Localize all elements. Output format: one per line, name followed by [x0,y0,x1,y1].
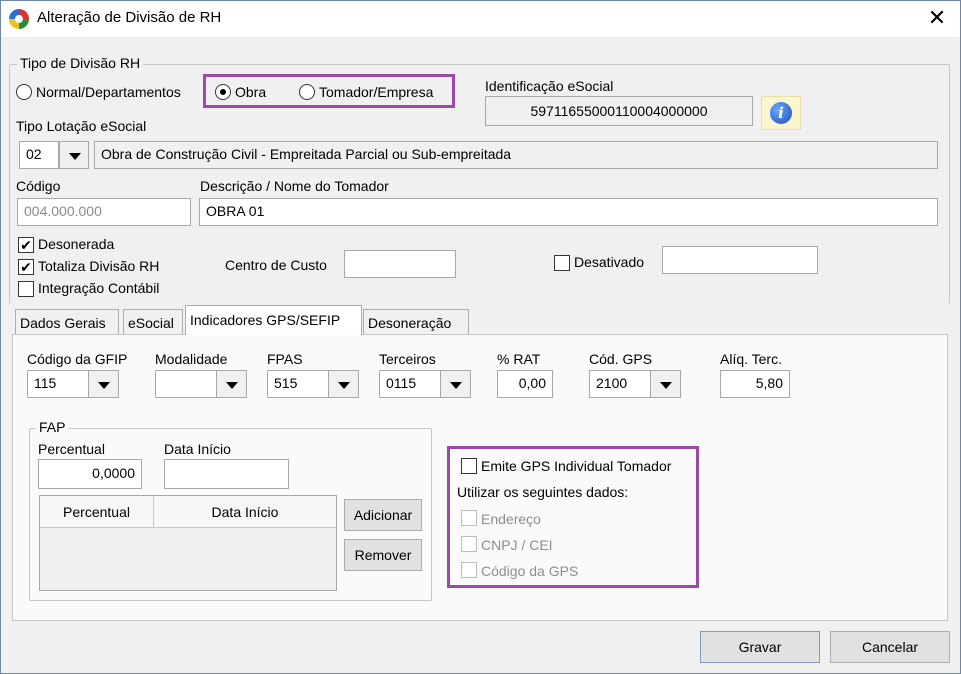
endereco-label[interactable]: Endereço [481,511,541,527]
terceiros-dropdown[interactable] [441,370,471,398]
save-button[interactable]: Gravar [700,631,820,663]
codigo-gps-checkbox[interactable] [461,562,477,578]
radio-normal[interactable] [16,84,32,100]
terceiros-field[interactable]: 0115 [379,370,441,398]
tipo-divisao-legend: Tipo de Divisão RH [17,55,144,71]
dialog-window: Alteração de Divisão de RH ✕ Tipo de Div… [0,0,961,674]
modalidade-dropdown[interactable] [217,370,247,398]
identificacao-field: 59711655000110004000000 [485,96,753,126]
radio-normal-label[interactable]: Normal/Departamentos [36,84,181,100]
remove-fap-button[interactable]: Remover [344,539,422,571]
aliq-terc-label: Alíq. Terc. [720,351,782,367]
info-icon: i [770,102,792,124]
cnpj-cei-checkbox[interactable] [461,536,477,552]
codigo-gfip-field[interactable]: 115 [27,370,89,398]
modalidade-label: Modalidade [155,351,228,367]
chevron-down-icon [226,382,238,389]
cancel-button-label: Cancelar [861,639,919,655]
cnpj-cei-label[interactable]: CNPJ / CEI [481,537,553,553]
rat-label: % RAT [497,351,541,367]
app-logo-icon [9,9,29,29]
close-button[interactable]: ✕ [920,3,954,33]
fpas-field[interactable]: 515 [267,370,329,398]
tipo-lotacao-code[interactable]: 02 [19,141,59,169]
codigo-gps-label[interactable]: Código da GPS [481,563,578,579]
title-bar: Alteração de Divisão de RH ✕ [1,1,960,37]
info-button[interactable]: i [761,96,801,130]
tab-esocial[interactable]: eSocial [123,309,183,335]
radio-tomador[interactable] [299,84,315,100]
fap-percentual-label: Percentual [38,441,105,457]
cod-gps-dropdown[interactable] [651,370,681,398]
radio-obra-label[interactable]: Obra [235,84,266,100]
grid-col-data-inicio[interactable]: Data Início [154,496,336,528]
codigo-label: Código [16,178,61,194]
tipo-lotacao-label: Tipo Lotação eSocial [16,118,147,134]
desonerada-checkbox[interactable]: ✔ [18,237,34,253]
cod-gps-label: Cód. GPS [589,351,653,367]
integracao-checkbox[interactable] [18,281,34,297]
radio-obra[interactable] [215,84,231,100]
tab-indicadores-gps-sefip[interactable]: Indicadores GPS/SEFIP [185,305,362,335]
terceiros-label: Terceiros [379,351,436,367]
identificacao-label: Identificação eSocial [485,78,614,94]
descricao-field[interactable]: OBRA 01 [199,198,938,226]
fap-legend: FAP [36,419,69,435]
tab-desoneracao[interactable]: Desoneração [363,309,469,335]
fap-grid-header: Percentual Data Início [40,496,336,528]
codigo-gfip-label: Código da GFIP [27,351,128,367]
codigo-field[interactable]: 004.000.000 [17,198,191,226]
cancel-button[interactable]: Cancelar [830,631,950,663]
codigo-gfip-dropdown[interactable] [89,370,119,398]
totaliza-label[interactable]: Totaliza Divisão RH [38,258,159,274]
desativado-label[interactable]: Desativado [574,254,644,270]
fap-data-inicio-field[interactable] [164,459,289,489]
totaliza-checkbox[interactable]: ✔ [18,259,34,275]
radio-tomador-label[interactable]: Tomador/Empresa [319,84,433,100]
fap-percentual-field[interactable]: 0,0000 [38,459,142,489]
chevron-down-icon [69,153,81,160]
tipo-lotacao-dropdown[interactable] [59,141,89,169]
grid-col-percentual[interactable]: Percentual [40,496,154,528]
tipo-lotacao-description: Obra de Construção Civil - Empreitada Pa… [94,141,938,169]
integracao-label[interactable]: Integração Contábil [38,280,159,296]
desativado-field[interactable] [662,246,818,274]
fap-grid[interactable]: Percentual Data Início [39,495,337,591]
descricao-label: Descrição / Nome do Tomador [200,178,389,194]
window-title: Alteração de Divisão de RH [37,9,222,26]
fap-data-inicio-label: Data Início [164,441,231,457]
cod-gps-field[interactable]: 2100 [589,370,651,398]
desonerada-label[interactable]: Desonerada [38,236,114,252]
add-fap-button[interactable]: Adicionar [344,499,422,531]
tab-dados-gerais[interactable]: Dados Gerais [15,309,119,335]
centro-custo-field[interactable] [344,250,456,278]
modalidade-field[interactable] [155,370,217,398]
desativado-checkbox[interactable] [554,255,570,271]
endereco-checkbox[interactable] [461,510,477,526]
chevron-down-icon [98,382,110,389]
chevron-down-icon [338,382,350,389]
rat-field[interactable]: 0,00 [497,370,553,398]
fpas-label: FPAS [267,351,303,367]
chevron-down-icon [450,382,462,389]
centro-custo-label: Centro de Custo [225,257,327,273]
emite-gps-label[interactable]: Emite GPS Individual Tomador [481,458,671,474]
fpas-dropdown[interactable] [329,370,359,398]
chevron-down-icon [660,382,672,389]
emite-gps-checkbox[interactable] [461,458,477,474]
save-button-label: Gravar [738,639,782,655]
utilizar-dados-label: Utilizar os seguintes dados: [457,484,629,500]
aliq-terc-field[interactable]: 5,80 [720,370,790,398]
